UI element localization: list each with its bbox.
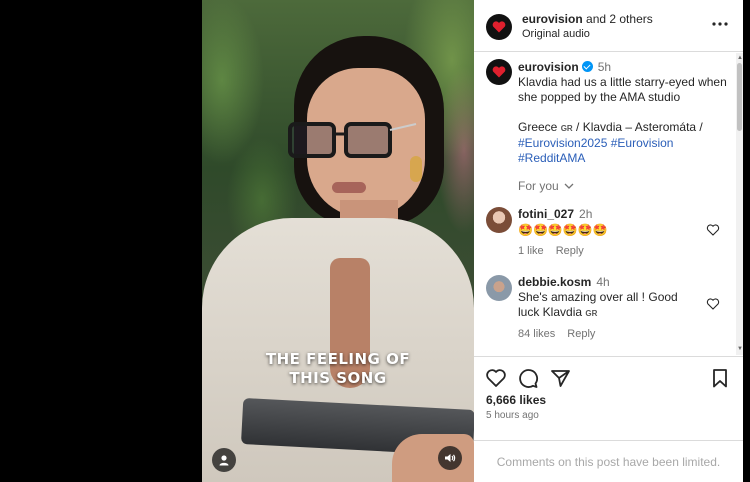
eurovision-heart-logo-icon (492, 21, 506, 33)
share-paper-plane-icon[interactable] (549, 367, 571, 389)
reel-video[interactable]: THE FEELING OF THIS SONG (202, 0, 474, 482)
eurovision-heart-logo-icon (492, 66, 506, 78)
post-actions: 6,666 likes 5 hours ago (474, 356, 743, 438)
ellipsis-icon[interactable] (710, 16, 730, 32)
caption-song: / Klavdia – Asteromáta / (572, 120, 703, 134)
scroll-up-arrow-icon[interactable]: ▲ (737, 55, 743, 61)
verified-badge-icon (581, 61, 593, 72)
coauthors-text[interactable]: and 2 others (583, 12, 653, 26)
comment-text: 🤩🤩🤩🤩🤩🤩 (518, 223, 608, 237)
for-you-dropdown[interactable]: For you (518, 179, 574, 193)
caption-avatar[interactable] (486, 59, 512, 85)
tagged-users-button[interactable] (212, 448, 236, 472)
author-names[interactable]: eurovision and 2 others (522, 12, 653, 26)
post-caption: eurovision 5h Klavdia had us a little sta… (518, 60, 732, 166)
video-figure-glasses (288, 122, 417, 158)
comment-bubble-icon[interactable] (517, 367, 539, 389)
greece-flag-text: GR (585, 309, 598, 318)
comment-likes[interactable]: 1 like (518, 245, 544, 257)
author-username[interactable]: eurovision (522, 12, 583, 26)
hashtag-eurovision2025[interactable]: #Eurovision2025 (518, 136, 607, 150)
like-comment-heart-icon[interactable] (706, 223, 720, 237)
greece-flag-text: GR (560, 124, 573, 133)
mute-button[interactable] (438, 446, 462, 470)
likes-count[interactable]: 6,666 likes (486, 393, 546, 407)
hashtag-eurovision[interactable]: #Eurovision (611, 136, 674, 150)
author-avatar[interactable] (486, 14, 512, 40)
post-details-panel: eurovision and 2 others Original audio e… (474, 0, 743, 482)
caption-country: Greece (518, 120, 561, 134)
comment-time[interactable]: 2h (579, 207, 592, 221)
commenter-avatar[interactable] (486, 207, 512, 233)
subtitle-line-2: THIS SONG (289, 369, 387, 387)
subtitle-line-1: THE FEELING OF (265, 350, 411, 368)
post-header: eurovision and 2 others Original audio (474, 0, 743, 52)
scrollbar-thumb[interactable] (737, 63, 742, 131)
chevron-down-icon (564, 183, 574, 189)
reply-button[interactable]: Reply (567, 328, 595, 340)
video-figure-earring (410, 156, 422, 182)
comments-list[interactable]: eurovision 5h Klavdia had us a little sta… (474, 53, 736, 355)
comment-text-body: She's amazing over all ! Good luck Klavd… (518, 290, 678, 319)
hashtag-redditama[interactable]: #RedditAMA (518, 151, 585, 165)
caption-time[interactable]: 5h (598, 60, 611, 74)
commenter-avatar[interactable] (486, 275, 512, 301)
like-heart-icon[interactable] (485, 367, 507, 389)
speaker-icon (445, 454, 456, 462)
person-icon (219, 455, 229, 466)
page-edge (743, 0, 750, 482)
comments-limited-notice: Comments on this post have been limited. (474, 440, 743, 482)
video-figure-lips (332, 182, 366, 193)
comment-time[interactable]: 4h (596, 275, 609, 289)
original-audio-link[interactable]: Original audio (522, 28, 590, 40)
for-you-label: For you (518, 179, 559, 193)
caption-line-2: Greece GR / Klavdia – Asteromáta / (518, 120, 732, 136)
video-subtitle: THE FEELING OF THIS SONG (202, 350, 474, 388)
scroll-down-arrow-icon[interactable]: ▼ (737, 346, 743, 352)
caption-text: Klavdia had us a little starry-eyed when… (518, 75, 727, 104)
comment-username[interactable]: debbie.kosm (518, 275, 591, 289)
post-timestamp[interactable]: 5 hours ago (486, 410, 539, 421)
save-bookmark-icon[interactable] (709, 367, 731, 389)
like-comment-heart-icon[interactable] (706, 297, 720, 311)
comment-likes[interactable]: 84 likes (518, 328, 555, 340)
reply-button[interactable]: Reply (556, 245, 584, 257)
comment-username[interactable]: fotini_027 (518, 207, 574, 221)
comment-text: She's amazing over all ! Good luck Klavd… (518, 290, 698, 321)
black-letterbox (0, 0, 202, 482)
caption-username[interactable]: eurovision (518, 60, 579, 74)
